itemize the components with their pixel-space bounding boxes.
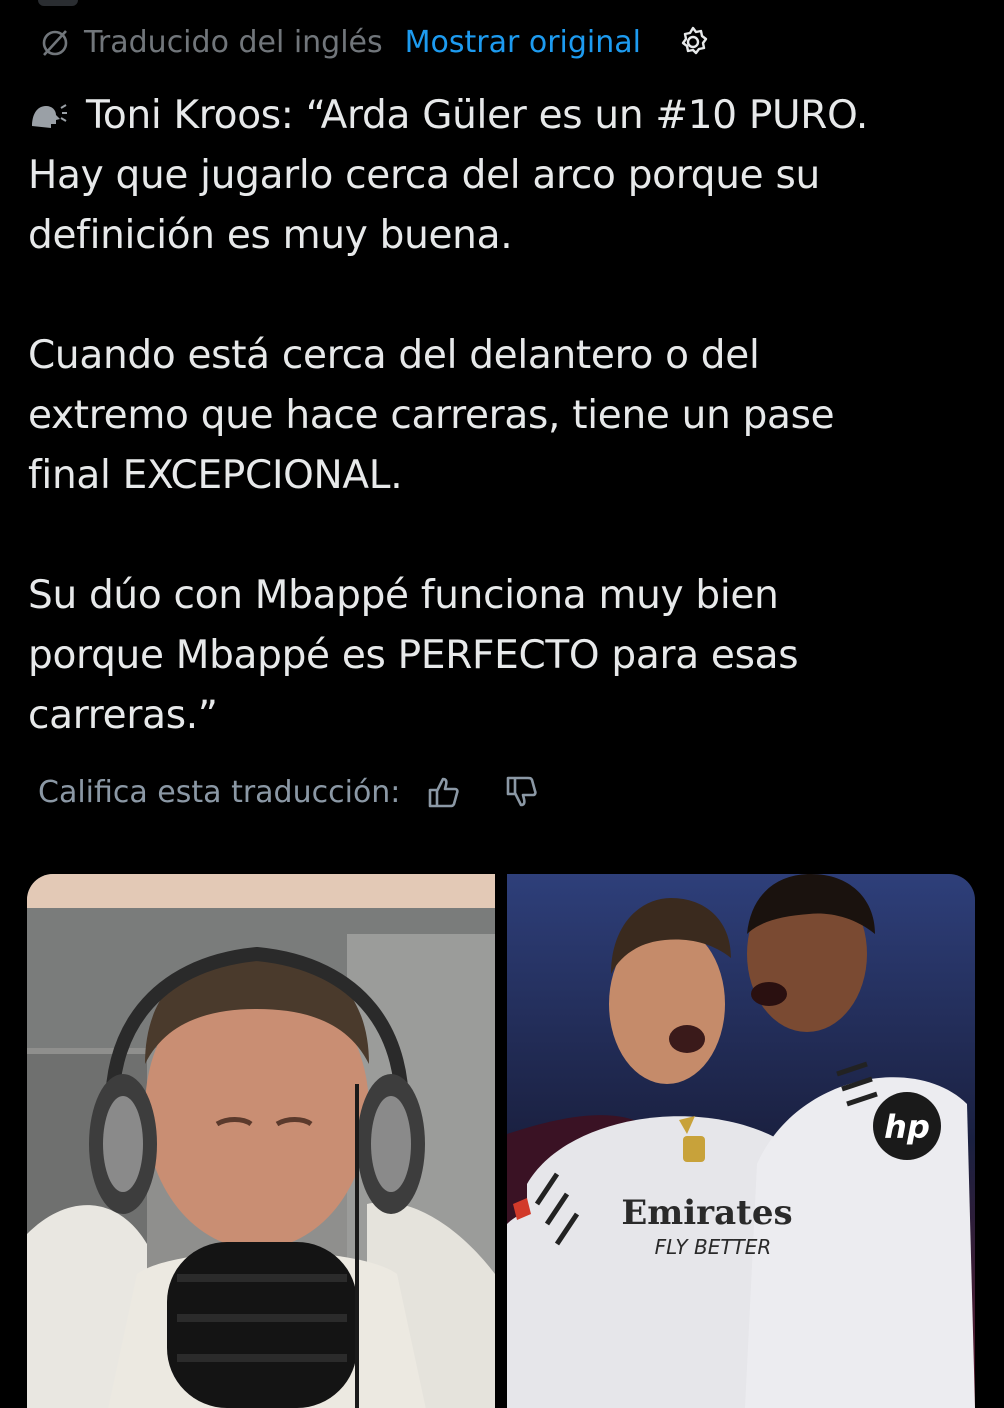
gear-icon[interactable]	[675, 24, 711, 60]
sponsor-text: Emirates	[621, 1193, 792, 1233]
translation-label: Traducido del inglés	[84, 24, 383, 60]
rate-translation-row: Califica esta traducción:	[38, 770, 582, 814]
avatar-edge	[38, 0, 78, 6]
sleeve-logo: hp	[884, 1108, 930, 1146]
tweet-media-grid: hp Emirates FLY BETTER	[27, 874, 975, 1408]
tweet-paragraph: Su dúo con Mbappé funciona muy bien porq…	[28, 573, 799, 738]
tweet-paragraph-text: Toni Kroos: “Arda Güler es un #10 PURO. …	[28, 93, 869, 258]
guler-mbappe-photo[interactable]: hp Emirates FLY BETTER	[507, 874, 975, 1408]
speaking-head-icon	[28, 90, 68, 128]
thumbs-down-icon[interactable]	[504, 774, 540, 810]
translate-icon	[38, 25, 72, 59]
show-original-link[interactable]: Mostrar original	[405, 25, 641, 60]
translation-bar: Traducido del inglés Mostrar original	[38, 22, 711, 62]
tweet-paragraph: Cuando está cerca del delantero o del ex…	[28, 333, 835, 498]
tweet-paragraph: Toni Kroos: “Arda Güler es un #10 PURO. …	[28, 86, 988, 266]
rate-translation-label: Califica esta traducción:	[38, 774, 401, 810]
kroos-podcast-photo[interactable]	[27, 874, 495, 1408]
thumbs-up-icon[interactable]	[426, 774, 462, 810]
sponsor-tagline: FLY BETTER	[655, 1235, 772, 1259]
tweet-text: Toni Kroos: “Arda Güler es un #10 PURO. …	[28, 86, 988, 746]
